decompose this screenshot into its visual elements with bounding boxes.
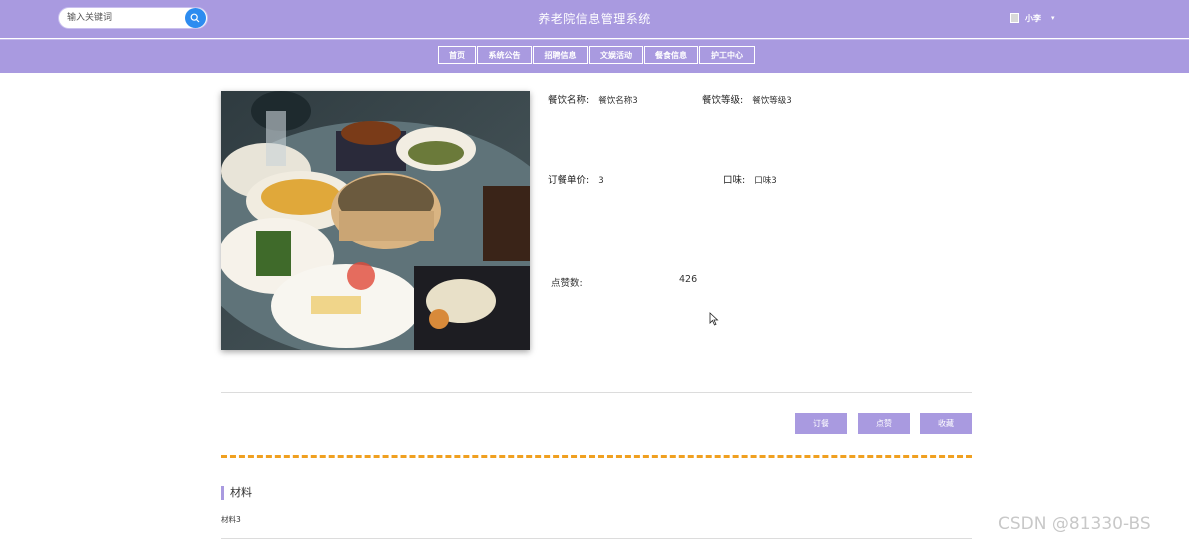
- chevron-down-icon: ▾: [1051, 14, 1055, 22]
- top-header: 养老院信息管理系统 小李 ▾: [0, 0, 1189, 38]
- material-content: 材料3: [221, 515, 241, 524]
- meal-taste-value: 口味3: [754, 176, 777, 186]
- avatar: [1010, 13, 1019, 23]
- favorite-button[interactable]: 收藏: [920, 413, 972, 434]
- nav-item-home[interactable]: 首页: [438, 46, 476, 64]
- meal-taste-label: 口味:: [723, 175, 746, 186]
- dashed-divider: [221, 455, 972, 458]
- like-button[interactable]: 点赞: [858, 413, 910, 434]
- watermark: CSDN @81330-BS: [998, 514, 1151, 534]
- likes-value: 426: [679, 274, 698, 285]
- nav-item-announcements[interactable]: 系统公告: [477, 46, 532, 64]
- main-nav: 首页 系统公告 招聘信息 文娱活动 餐食信息 护工中心: [438, 46, 755, 64]
- nav-bar: 首页 系统公告 招聘信息 文娱活动 餐食信息 护工中心: [0, 39, 1189, 73]
- nav-item-recruitment[interactable]: 招聘信息: [533, 46, 588, 64]
- mouse-cursor-icon: [709, 312, 719, 326]
- material-section-title: 材料: [221, 486, 252, 500]
- meal-name-value: 餐饮名称3: [598, 96, 638, 106]
- meal-price-label: 订餐单价:: [548, 175, 590, 186]
- meal-price-value: 3: [598, 176, 604, 186]
- meal-name-label: 餐饮名称:: [548, 95, 590, 106]
- divider-top: [221, 392, 972, 393]
- nav-item-caregivers[interactable]: 护工中心: [699, 46, 755, 64]
- meal-level-field: 餐饮等级: 餐饮等级3: [702, 92, 792, 106]
- user-menu[interactable]: 小李 ▾: [1010, 11, 1055, 25]
- meal-level-label: 餐饮等级:: [702, 95, 744, 106]
- meal-level-value: 餐饮等级3: [752, 96, 792, 106]
- nav-item-activities[interactable]: 文娱活动: [589, 46, 643, 64]
- username: 小李: [1025, 13, 1041, 23]
- meal-price-field: 订餐单价: 3: [548, 172, 604, 186]
- nav-item-meals[interactable]: 餐食信息: [644, 46, 698, 64]
- meal-taste-field: 口味: 口味3: [723, 172, 777, 186]
- meal-name-field: 餐饮名称: 餐饮名称3: [548, 92, 638, 106]
- order-button[interactable]: 订餐: [795, 413, 847, 434]
- likes-label: 点赞数:: [551, 278, 583, 289]
- divider-bottom: [221, 538, 972, 539]
- food-image: [221, 91, 530, 350]
